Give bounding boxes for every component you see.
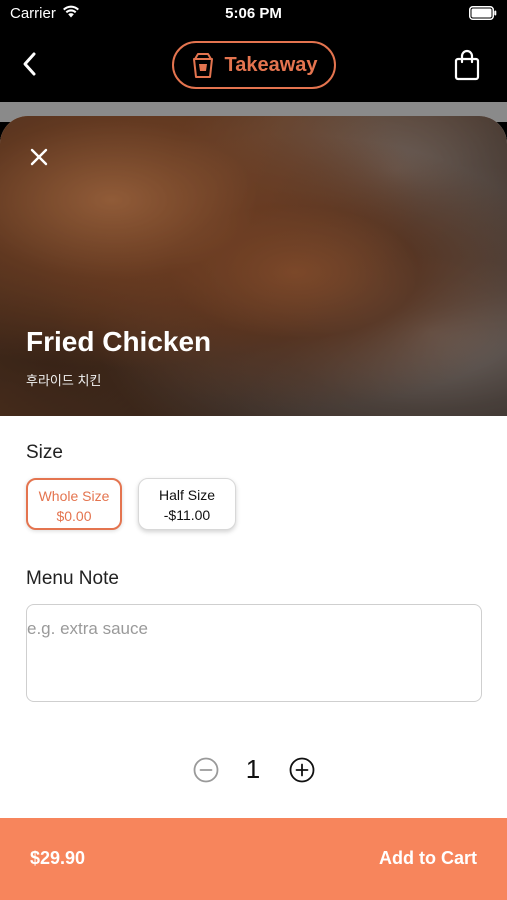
back-button[interactable]: [14, 48, 46, 80]
order-mode-label: Takeaway: [224, 53, 318, 76]
item-hero-image: Fried Chicken 후라이드 치킨: [0, 116, 507, 416]
battery-icon: [469, 6, 497, 24]
size-option-price: -$11.00: [163, 507, 211, 523]
add-to-cart-bar[interactable]: $29.90 Add to Cart: [0, 818, 507, 900]
shopping-bag-icon: [454, 49, 480, 81]
cart-total-price: $29.90: [30, 848, 86, 868]
status-bar: Carrier 5:06 PM: [0, 0, 507, 30]
size-option-half[interactable]: Half Size -$11.00: [138, 478, 236, 530]
size-option-name: Whole Size: [38, 488, 110, 504]
chevron-left-icon: [23, 52, 36, 76]
size-option-price: $0.00: [56, 508, 92, 524]
close-icon: [30, 148, 48, 166]
menu-note-label: Menu Note: [26, 568, 119, 589]
size-option-whole[interactable]: Whole Size $0.00: [26, 478, 122, 530]
nav-bar: Takeaway: [0, 30, 507, 102]
item-sheet: Fried Chicken 후라이드 치킨 Size Whole Size $0…: [0, 116, 507, 900]
close-button[interactable]: [26, 144, 52, 170]
item-subtitle: 후라이드 치킨: [26, 373, 102, 388]
plus-circle-icon: [289, 757, 315, 783]
quantity-stepper: 1: [0, 752, 507, 788]
minus-circle-icon: [193, 757, 219, 783]
menu-note-input[interactable]: [26, 604, 482, 702]
item-title: Fried Chicken: [26, 326, 212, 357]
item-detail-screen: Carrier 5:06 PM Takeaway Fried Chicken 후…: [0, 0, 507, 900]
quantity-value: 1: [245, 754, 261, 784]
decrease-quantity-button[interactable]: [193, 757, 219, 783]
status-time: 5:06 PM: [225, 5, 282, 22]
increase-quantity-button[interactable]: [289, 757, 315, 783]
size-option-name: Half Size: [158, 487, 216, 503]
cart-button[interactable]: [451, 48, 483, 82]
order-mode-button[interactable]: Takeaway: [172, 41, 336, 89]
size-section-label: Size: [26, 442, 63, 463]
takeaway-bag-icon: [193, 53, 214, 78]
add-to-cart-button[interactable]: Add to Cart: [379, 848, 477, 869]
